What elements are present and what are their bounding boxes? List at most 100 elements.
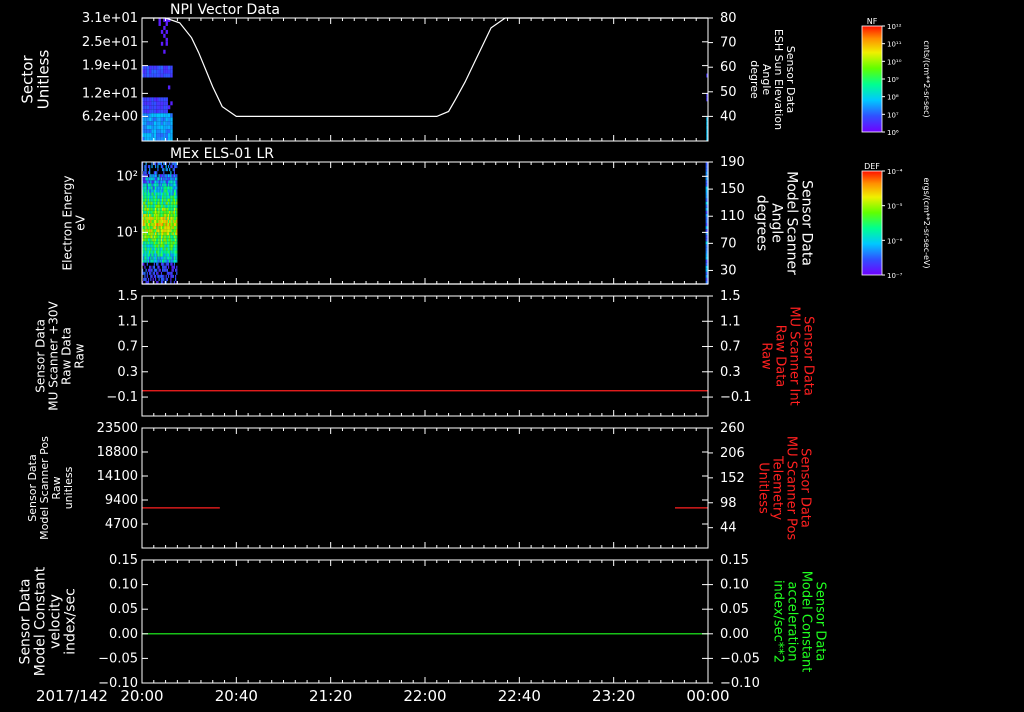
els-heatmap-cell bbox=[166, 186, 168, 190]
els-heatmap-cell bbox=[166, 262, 168, 266]
npi-heatmap-cell bbox=[146, 133, 150, 138]
els-heatmap-cell bbox=[160, 183, 163, 187]
els-heatmap-cell bbox=[167, 207, 170, 211]
els-heatmap-cell bbox=[151, 183, 153, 187]
els-heatmap-cell bbox=[146, 201, 148, 205]
els-heatmap-cell bbox=[171, 235, 173, 239]
els-heatmap-cell bbox=[175, 259, 177, 263]
colorbar-tick-label: 10⁻⁷ bbox=[887, 272, 903, 280]
npi-heatmap-cell bbox=[144, 73, 147, 78]
npi-heatmap-cell bbox=[144, 65, 147, 70]
els-heatmap-cell bbox=[175, 250, 177, 254]
npi-heatmap-cell bbox=[151, 113, 154, 118]
els-heatmap-cell bbox=[156, 201, 158, 205]
els-heatmap-cell bbox=[175, 268, 177, 272]
els-heatmap-cell bbox=[170, 198, 172, 202]
els-heatmap-cell bbox=[165, 226, 167, 230]
els-heatmap-cell bbox=[160, 232, 163, 236]
els-heatmap-cell bbox=[157, 259, 159, 263]
els-heatmap-cell bbox=[149, 201, 151, 205]
els-heatmap-cell bbox=[151, 256, 153, 260]
els-heatmap-cell bbox=[149, 256, 151, 260]
els-heatmap-cell bbox=[176, 174, 178, 178]
els-heatmap-cell bbox=[170, 171, 172, 175]
els-heatmap-cell bbox=[144, 247, 146, 251]
els-heatmap-cell bbox=[176, 165, 178, 169]
els-heatmap-cell bbox=[154, 192, 157, 196]
els-heatmap-cell bbox=[143, 256, 145, 260]
els-heatmap-cell bbox=[176, 244, 178, 248]
plot-frame bbox=[141, 161, 709, 285]
els-heatmap-cell bbox=[163, 198, 165, 202]
els-heatmap-cell bbox=[171, 198, 173, 202]
els-heatmap-cell bbox=[176, 268, 178, 272]
left-tick-label: −0.05 bbox=[98, 651, 138, 666]
npi-heatmap-cell bbox=[170, 121, 173, 126]
els-heatmap-cell bbox=[158, 250, 160, 254]
els-heatmap-cell bbox=[167, 186, 170, 190]
els-heatmap-cell bbox=[153, 183, 155, 187]
els-heatmap-cell bbox=[162, 262, 164, 266]
els-heatmap-cell bbox=[150, 204, 152, 208]
els-heatmap-cell bbox=[154, 201, 157, 205]
npi-heatmap-cell bbox=[167, 113, 171, 118]
els-heatmap-cell bbox=[170, 223, 172, 227]
npi-heatmap-cell bbox=[165, 69, 168, 74]
els-heatmap-cell bbox=[152, 247, 154, 251]
els-heatmap-cell bbox=[152, 204, 154, 208]
els-heatmap-cell bbox=[171, 183, 173, 187]
els-heatmap-cell bbox=[165, 219, 167, 223]
els-heatmap-cell bbox=[160, 259, 163, 263]
els-heatmap-cell bbox=[160, 256, 163, 260]
els-heatmap bbox=[142, 162, 709, 284]
els-heatmap-cell bbox=[172, 226, 174, 230]
npi-heatmap-cell bbox=[163, 113, 166, 118]
right-tick-label: 60 bbox=[720, 60, 737, 75]
els-heatmap-cell bbox=[150, 201, 152, 205]
els-heatmap-cell bbox=[163, 262, 165, 266]
els-heatmap-cell bbox=[158, 198, 160, 202]
els-heatmap-cell bbox=[165, 207, 167, 211]
els-heatmap-cell bbox=[153, 177, 155, 181]
npi-heatmap-cell bbox=[165, 117, 168, 122]
els-heatmap-cell bbox=[144, 216, 146, 220]
els-heatmap-cell bbox=[149, 259, 151, 263]
npi-heatmap-cell bbox=[160, 133, 164, 138]
els-heatmap-cell bbox=[144, 241, 146, 245]
npi-heatmap-cell bbox=[156, 109, 159, 114]
els-heatmap-cell bbox=[163, 174, 165, 178]
npi-heatmap-cell bbox=[160, 97, 164, 102]
npi-heatmap-cell bbox=[151, 101, 154, 106]
els-heatmap-cell bbox=[143, 201, 145, 205]
els-heatmap-cell bbox=[150, 189, 152, 193]
npi-heatmap-cell bbox=[163, 33, 166, 38]
npi-heatmap-cell bbox=[156, 133, 159, 138]
els-heatmap-cell bbox=[157, 256, 159, 260]
els-heatmap-cell bbox=[149, 168, 151, 172]
els-heatmap-cell bbox=[163, 204, 165, 208]
els-heatmap-cell bbox=[170, 213, 172, 217]
els-heatmap-cell bbox=[158, 219, 160, 223]
els-heatmap-cell bbox=[173, 174, 176, 178]
els-heatmap-cell bbox=[173, 189, 176, 193]
els-heatmap-cell bbox=[149, 195, 151, 199]
els-heatmap-cell bbox=[145, 210, 147, 214]
colorbar-tick-label: 10⁻⁵ bbox=[887, 203, 903, 211]
els-heatmap-cell bbox=[150, 244, 152, 248]
npi-heatmap-cell bbox=[158, 101, 161, 106]
els-heatmap-cell bbox=[143, 271, 145, 275]
npi-heatmap-cell bbox=[156, 101, 159, 106]
els-heatmap-cell bbox=[170, 274, 172, 278]
els-heatmap-cell bbox=[157, 216, 159, 220]
left-tick-label: 1.1 bbox=[117, 314, 138, 329]
els-heatmap-cell bbox=[151, 195, 153, 199]
els-heatmap-cell bbox=[172, 241, 174, 245]
els-heatmap-cell bbox=[145, 259, 147, 263]
els-heatmap-cell bbox=[158, 204, 160, 208]
els-heatmap-cell bbox=[145, 256, 147, 260]
els-heatmap-cell bbox=[169, 186, 171, 190]
els-heatmap-cell bbox=[145, 219, 147, 223]
els-heatmap-cell bbox=[169, 192, 171, 196]
els-heatmap-cell bbox=[151, 216, 153, 220]
left-tick-label: 4700 bbox=[105, 517, 138, 532]
